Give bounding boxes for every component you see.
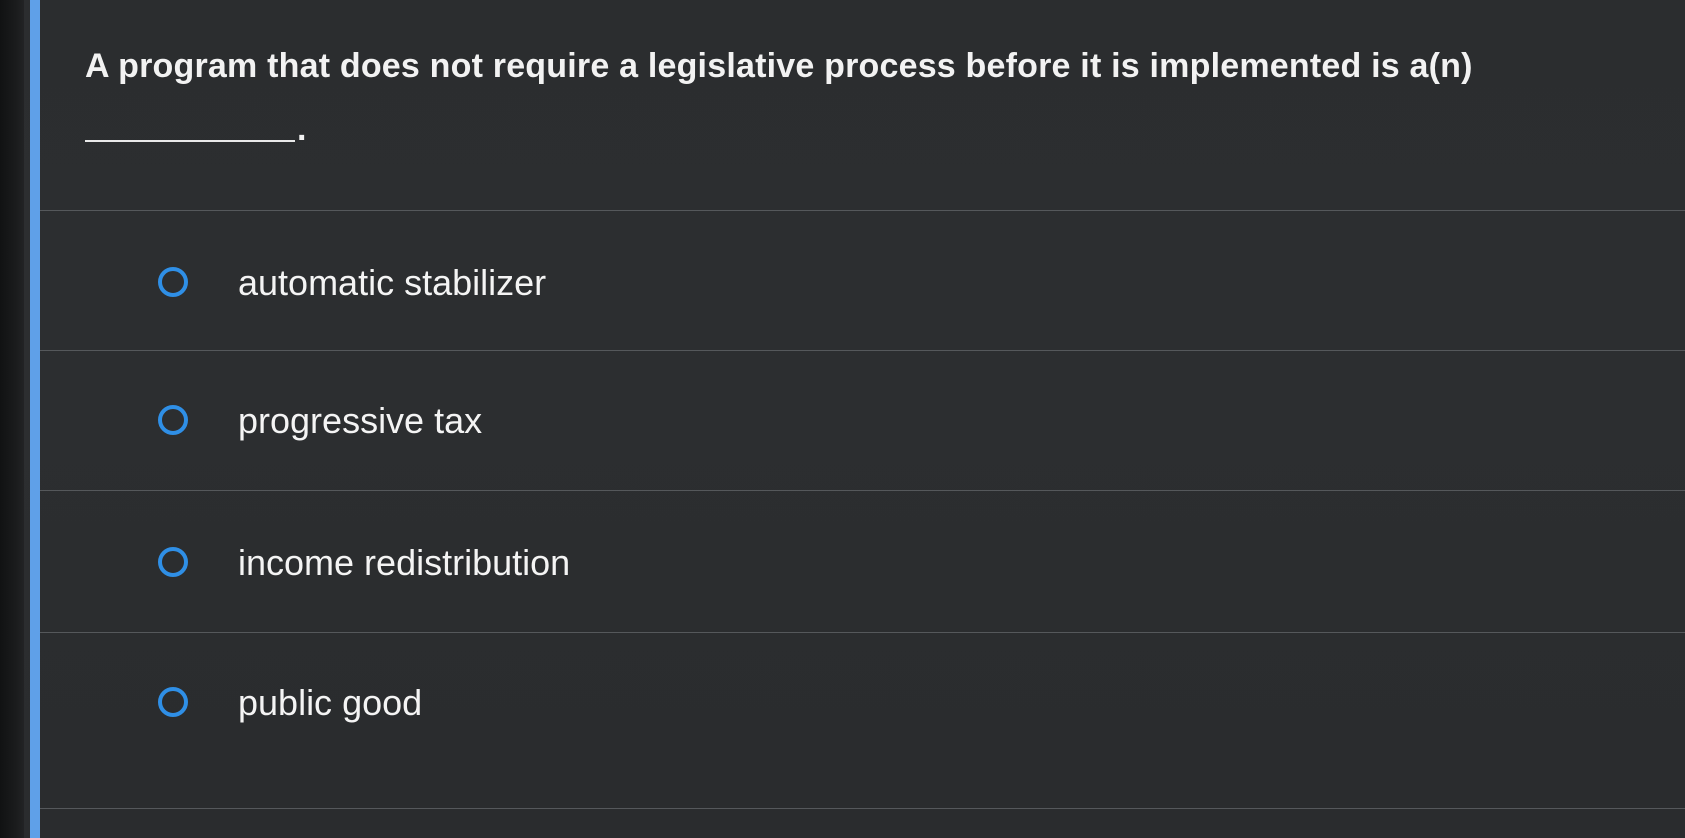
quiz-screen: A program that does not require a legisl… <box>0 0 1685 838</box>
option-income-redistribution[interactable]: income redistribution <box>40 500 1685 630</box>
option-progressive-tax[interactable]: progressive tax <box>40 358 1685 488</box>
left-accent-bar <box>30 0 40 838</box>
question-panel: A program that does not require a legisl… <box>40 0 1685 838</box>
divider <box>40 632 1685 633</box>
option-public-good[interactable]: public good <box>40 640 1685 770</box>
divider <box>40 350 1685 351</box>
divider <box>40 210 1685 211</box>
option-automatic-stabilizer[interactable]: automatic stabilizer <box>40 220 1685 350</box>
radio-button-icon[interactable] <box>158 267 188 297</box>
option-label[interactable]: progressive tax <box>238 399 482 443</box>
radio-button-icon[interactable] <box>158 405 188 435</box>
option-label[interactable]: public good <box>238 681 422 725</box>
blank-period: . <box>297 110 307 148</box>
option-label[interactable]: income redistribution <box>238 541 570 585</box>
option-label[interactable]: automatic stabilizer <box>238 261 546 305</box>
divider <box>40 490 1685 491</box>
divider <box>40 808 1685 809</box>
monitor-bezel <box>0 0 24 838</box>
question-text: A program that does not require a legisl… <box>85 47 1473 85</box>
answer-blank <box>85 140 295 142</box>
radio-button-icon[interactable] <box>158 547 188 577</box>
radio-button-icon[interactable] <box>158 687 188 717</box>
